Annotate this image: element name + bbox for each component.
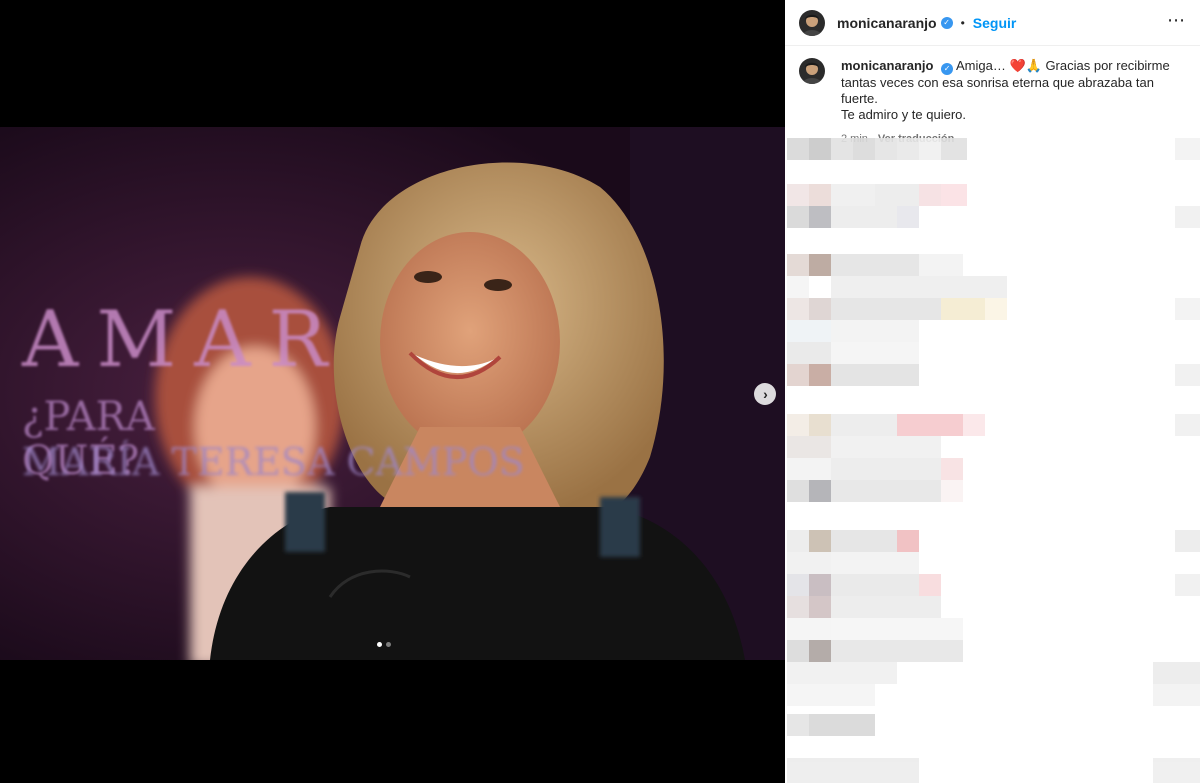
caption-body: monicanaranjo ✓ Amiga… ❤️🙏 Gracias por r…	[841, 58, 1171, 147]
post-photo[interactable]: AMAR ¿PARA QUÉ? MARÍA TERESA CAMPOS	[0, 127, 785, 660]
separator-dot: •	[960, 15, 965, 30]
caption-username-link[interactable]: monicanaranjo	[841, 58, 933, 73]
instagram-post-view: AMAR ¿PARA QUÉ? MARÍA TERESA CAMPOS › mo…	[0, 0, 1200, 783]
caption-comment: monicanaranjo ✓ Amiga… ❤️🙏 Gracias por r…	[785, 46, 1200, 147]
avatar[interactable]	[799, 9, 825, 36]
caption-avatar[interactable]	[799, 58, 825, 84]
more-options-icon[interactable]: ⋯	[1167, 11, 1186, 31]
pixelated-comments	[787, 138, 1200, 783]
post-header: monicanaranjo ✓ • Seguir ⋯	[785, 0, 1200, 46]
verified-badge-icon: ✓	[940, 16, 953, 29]
next-slide-button[interactable]: ›	[754, 383, 776, 405]
avatar-image	[799, 9, 825, 36]
carousel-indicator	[377, 642, 391, 647]
post-sidebar: monicanaranjo ✓ • Seguir ⋯ monicanaranjo…	[785, 0, 1200, 783]
avatar-image	[799, 58, 825, 84]
follow-button[interactable]: Seguir	[973, 15, 1017, 31]
verified-badge-icon: ✓	[941, 63, 954, 75]
pixelated-comments-area	[785, 138, 1200, 783]
media-pane: AMAR ¿PARA QUÉ? MARÍA TERESA CAMPOS ›	[0, 0, 785, 783]
backdrop-name: MARÍA TERESA CAMPOS	[22, 440, 525, 484]
carousel-dot	[386, 642, 391, 647]
caption-text: monicanaranjo ✓ Amiga… ❤️🙏 Gracias por r…	[841, 58, 1171, 123]
carousel-dot-active	[377, 642, 382, 647]
chevron-right-icon: ›	[763, 386, 768, 402]
post-photo-illustration	[0, 127, 785, 660]
username-link[interactable]: monicanaranjo	[837, 15, 937, 31]
caption-text-line2: Te admiro y te quiero.	[841, 107, 967, 122]
